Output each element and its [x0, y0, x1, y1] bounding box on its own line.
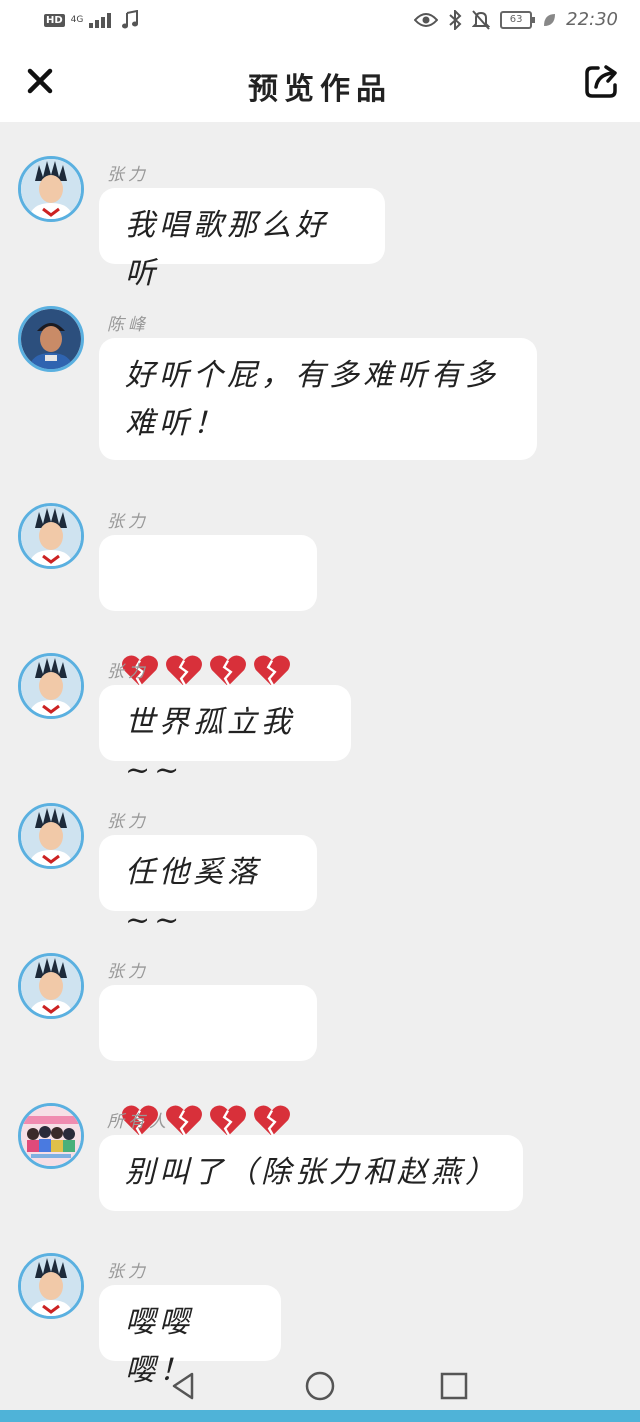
message-bubble[interactable] [99, 985, 317, 1137]
avatar-group-image [21, 1106, 81, 1166]
music-note-icon [122, 10, 139, 29]
message-bubble[interactable]: 任他奚落~~ [99, 835, 317, 938]
avatar-chenfeng-image [21, 309, 81, 369]
mute-bell-icon [472, 9, 491, 30]
avatar-zhangli-image [21, 806, 81, 866]
sender-name: 张力 [107, 962, 149, 982]
avatar-zhangli-image [21, 506, 81, 566]
leaf-icon [544, 13, 556, 26]
avatar[interactable] [18, 1103, 84, 1169]
avatar[interactable] [18, 953, 84, 1019]
message-bubble[interactable]: 别叫了（除张力和赵燕） [99, 1135, 523, 1211]
hd-badge: HD [44, 13, 65, 27]
eye-icon [414, 12, 439, 27]
signal-icon [89, 13, 112, 28]
avatar[interactable] [18, 1253, 84, 1319]
sender-name: 陈峰 [107, 315, 149, 335]
avatar[interactable] [18, 653, 84, 719]
avatar-zhangli-image [21, 159, 81, 219]
message-bubble[interactable]: 世界孤立我~~ [99, 685, 351, 788]
message-bubble[interactable] [99, 535, 317, 687]
bluetooth-icon [449, 9, 462, 30]
top-header: 预览作品 [0, 44, 640, 122]
avatar-zhangli-image [21, 1256, 81, 1316]
message-bubble[interactable]: 好听个屁，有多难听有多难听！ [99, 338, 537, 460]
home-circle-icon[interactable] [304, 1370, 336, 1402]
sender-name: 所有人 [107, 1112, 170, 1132]
clock: 22:30 [566, 9, 618, 30]
avatar[interactable] [18, 803, 84, 869]
recent-square-icon[interactable] [438, 1370, 470, 1402]
sender-name: 张力 [107, 512, 149, 532]
status-right: 63 22:30 [414, 9, 618, 30]
broken-heart-icon [166, 655, 202, 687]
sender-name: 张力 [107, 662, 149, 682]
system-nav-bar [0, 1362, 640, 1412]
message-bubble[interactable]: 我唱歌那么好听 [99, 188, 385, 291]
battery-icon: 63 [500, 10, 536, 29]
broken-heart-icon [254, 1105, 290, 1137]
back-triangle-icon[interactable] [168, 1370, 200, 1402]
broken-heart-icon [210, 655, 246, 687]
next-message-peek [0, 1410, 640, 1422]
message-bubble[interactable]: 嘤嘤嘤！ [99, 1285, 281, 1388]
broken-heart-icon [254, 655, 290, 687]
share-icon[interactable] [582, 63, 620, 101]
status-left: HD 4G [44, 10, 139, 30]
sender-name: 张力 [107, 1262, 149, 1282]
avatar[interactable] [18, 306, 84, 372]
sender-name: 张力 [107, 812, 149, 832]
network-label: 4G [70, 14, 84, 25]
avatar[interactable] [18, 156, 84, 222]
sender-name: 张力 [107, 165, 149, 185]
avatar[interactable] [18, 503, 84, 569]
avatar-zhangli-image [21, 956, 81, 1016]
page-title: 预览作品 [248, 72, 392, 107]
broken-heart-icon [166, 1105, 202, 1137]
status-bar: HD 4G 63 22:30 [0, 0, 640, 44]
broken-heart-icon [210, 1105, 246, 1137]
avatar-zhangli-image [21, 656, 81, 716]
